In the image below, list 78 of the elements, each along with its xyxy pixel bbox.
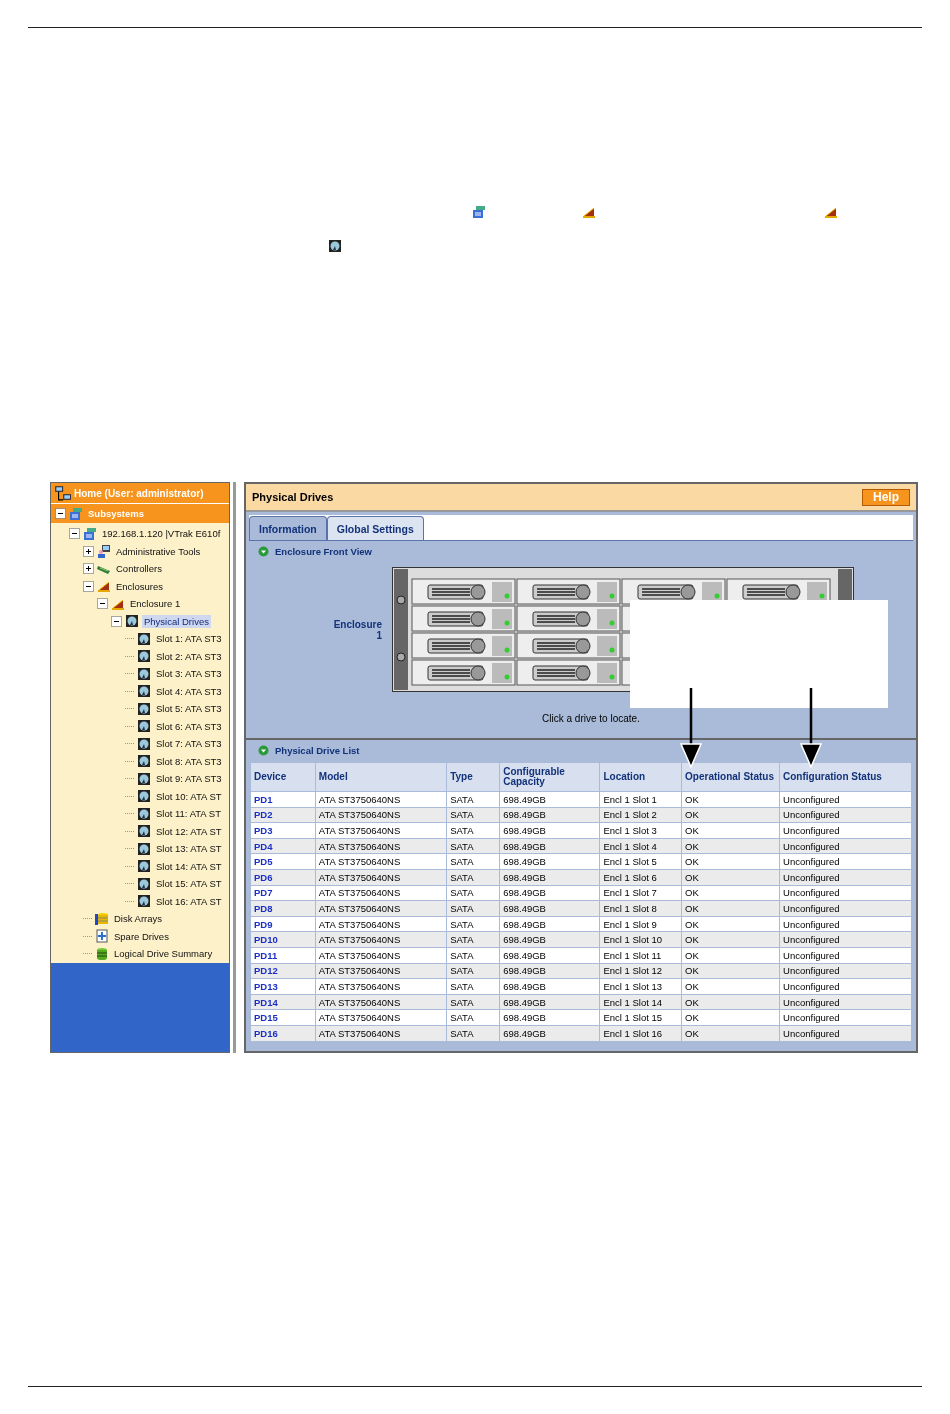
tree-item[interactable]: Slot 4: ATA ST3 (154, 684, 224, 698)
drive-icon (137, 771, 151, 786)
drive-icon (137, 649, 151, 664)
tree-item[interactable]: Slot 10: ATA ST (154, 789, 224, 803)
server-stack-icon (69, 506, 83, 521)
tree-item[interactable]: Slot 15: ATA ST (154, 877, 224, 891)
drive-icon (137, 789, 151, 804)
tab[interactable]: Global Settings (326, 516, 424, 540)
tree-item[interactable]: Slot 5: ATA ST3 (154, 702, 224, 716)
collapse-section-icon[interactable] (258, 745, 269, 756)
hint-text: Click a drive to locate. (542, 713, 640, 724)
panel-title: Physical Drives (252, 491, 334, 503)
expand-toggle[interactable] (83, 563, 94, 575)
column-header: Device (250, 762, 316, 792)
drive-icon (125, 614, 139, 629)
computer-user-icon (97, 544, 111, 559)
tree-item[interactable]: Slot 14: ATA ST (154, 859, 224, 873)
plus-document-icon (95, 929, 109, 944)
tree-item[interactable]: 192.168.1.120 |VTrak E610f (100, 527, 223, 541)
drive-icon (137, 859, 151, 874)
enclosure-icon (97, 579, 111, 594)
drive-icon (137, 684, 151, 699)
tree-item[interactable]: Administrative Tools (114, 544, 203, 558)
section-heading: Physical Drive List (275, 745, 360, 756)
drive-icon (137, 841, 151, 856)
collapse-toggle[interactable] (55, 508, 66, 519)
tree-item[interactable]: Disk Arrays (112, 912, 165, 926)
device-link[interactable]: PD3 (254, 825, 273, 836)
server-stack-icon (83, 526, 97, 541)
cylinder-icon (95, 946, 109, 961)
drive-icon (137, 666, 151, 681)
enclosure-icon (824, 205, 838, 219)
tab[interactable]: Information (249, 516, 327, 540)
disk-stack-icon (95, 911, 109, 926)
tree-item[interactable]: Controllers (114, 562, 164, 576)
collapse-toggle[interactable] (97, 598, 108, 610)
drive-icon (137, 806, 151, 821)
expand-toggle[interactable] (83, 545, 94, 557)
column-header: Type (446, 762, 500, 792)
collapse-toggle[interactable] (69, 528, 80, 540)
tree-item[interactable]: Slot 2: ATA ST3 (154, 649, 224, 663)
column-header: Operational Status (681, 762, 780, 792)
drive-icon (137, 754, 151, 769)
tree-item[interactable]: Slot 3: ATA ST3 (154, 667, 224, 681)
drive-icon (137, 824, 151, 839)
column-header: Configurable Capacity (499, 762, 600, 792)
drive-icon (137, 736, 151, 751)
drive-icon (137, 631, 151, 646)
tree-item[interactable]: Enclosure 1 (128, 597, 183, 611)
tree-item[interactable]: Slot 9: ATA ST3 (154, 772, 224, 786)
drive-icon (137, 701, 151, 716)
column-header: Location (599, 762, 682, 792)
enclosure-icon (582, 205, 596, 219)
tree-item[interactable]: Physical Drives (142, 614, 211, 628)
tree-item[interactable]: Enclosures (114, 579, 165, 593)
drive-icon (137, 894, 151, 909)
collapse-section-icon[interactable] (258, 546, 269, 557)
collapse-toggle[interactable] (83, 580, 94, 592)
tree-item[interactable]: Logical Drive Summary (112, 947, 215, 961)
tree-item[interactable]: Slot 13: ATA ST (154, 842, 224, 856)
drive-icon (328, 239, 342, 253)
network-computers-icon (53, 485, 71, 501)
tree-item[interactable]: Slot 16: ATA ST (154, 894, 224, 908)
drive-icon (137, 719, 151, 734)
collapse-toggle[interactable] (111, 615, 122, 627)
enclosure-label: Enclosure 1 (332, 619, 382, 641)
tree-item[interactable]: Slot 8: ATA ST3 (154, 754, 224, 768)
server-stack-icon (472, 205, 486, 219)
tree-item[interactable]: Slot 12: ATA ST (154, 824, 224, 838)
column-header: Configuration Status (779, 762, 912, 792)
column-header: Model (315, 762, 447, 792)
section-heading: Enclosure Front View (275, 546, 372, 557)
drive-icon (137, 876, 151, 891)
tree-item[interactable]: Slot 6: ATA ST3 (154, 719, 224, 733)
tree-item[interactable]: Spare Drives (112, 929, 171, 943)
tree-item[interactable]: Slot 11: ATA ST (154, 807, 223, 821)
tree-item[interactable]: Slot 1: ATA ST3 (154, 632, 224, 646)
tree-item[interactable]: Slot 7: ATA ST3 (154, 737, 224, 751)
